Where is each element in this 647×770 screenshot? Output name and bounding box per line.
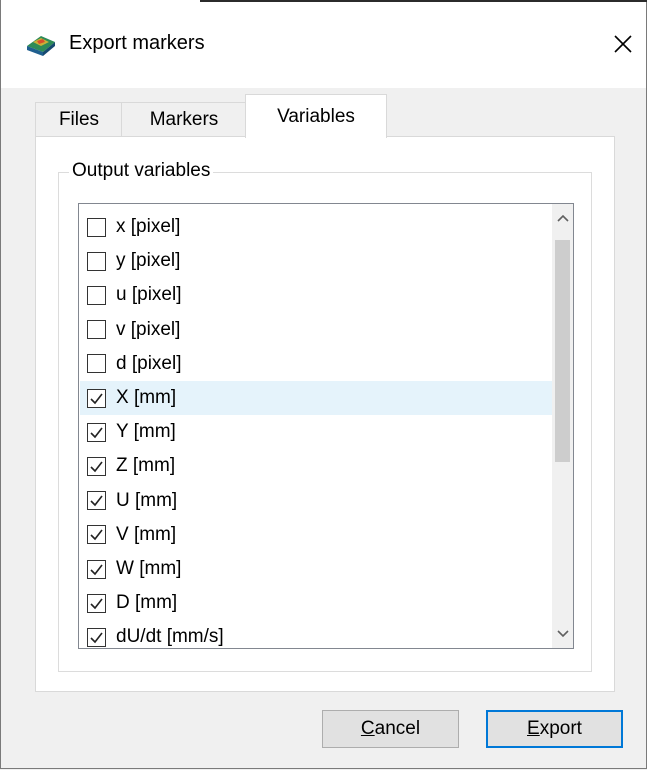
- variable-label: U [mm]: [116, 489, 178, 511]
- variable-checkbox[interactable]: [87, 456, 106, 476]
- variable-checkbox[interactable]: [87, 388, 106, 408]
- checkmark-icon: [90, 529, 103, 541]
- chevron-down-icon: [556, 630, 569, 638]
- variable-label: V [mm]: [116, 523, 177, 545]
- variable-label: x [pixel]: [116, 216, 181, 237]
- variables-tab-panel: Output variables x [pixel] y [pixel] u [pi…: [35, 136, 615, 692]
- chevron-up-icon: [556, 214, 569, 222]
- export-markers-dialog: Export markers Files Markers Variables O…: [0, 0, 647, 769]
- variable-label: v [pixel]: [116, 318, 181, 340]
- variable-checkbox[interactable]: [87, 285, 106, 305]
- variable-checkbox[interactable]: [87, 491, 106, 511]
- variable-checkbox[interactable]: [87, 627, 106, 647]
- variable-checkbox[interactable]: [87, 525, 106, 545]
- variable-checkbox[interactable]: [87, 320, 106, 340]
- variable-label: d [pixel]: [116, 352, 182, 374]
- scroll-down-button[interactable]: [552, 624, 573, 644]
- variable-label: D [mm]: [116, 592, 178, 614]
- window-title: Export markers: [69, 32, 205, 54]
- checkmark-icon: [90, 564, 103, 575]
- variable-label: W [mm]: [116, 558, 182, 579]
- tab-markers[interactable]: Markers: [121, 102, 247, 137]
- checkmark-icon: [90, 461, 103, 473]
- tab-label: Files: [58, 109, 100, 130]
- output-variables-group: Output variables x [pixel] y [pixel] u [pi…: [58, 160, 592, 672]
- variable-label: Y [mm]: [116, 421, 176, 443]
- vertical-scrollbar[interactable]: [552, 204, 573, 648]
- variable-item[interactable]: v [pixel]: [80, 313, 552, 347]
- variable-item[interactable]: d [pixel]: [80, 347, 552, 381]
- variable-label: X [mm]: [116, 387, 177, 408]
- close-icon: [614, 35, 632, 53]
- scroll-up-button[interactable]: [552, 208, 573, 228]
- variable-item[interactable]: X [mm]: [80, 381, 552, 415]
- export-mnemonic: E: [527, 718, 540, 739]
- variable-checkbox[interactable]: [87, 559, 106, 579]
- cancel-label: ancel: [374, 718, 421, 739]
- variable-checkbox[interactable]: [87, 251, 106, 271]
- variable-item[interactable]: U [mm]: [80, 484, 552, 518]
- cancel-button[interactable]: Cancel: [322, 710, 459, 748]
- window-top-edge: [200, 0, 647, 2]
- variable-item[interactable]: y [pixel]: [80, 244, 552, 278]
- variable-item[interactable]: dU/dt [mm/s]: [80, 620, 552, 648]
- variable-item[interactable]: V [mm]: [80, 518, 552, 552]
- export-label: xport: [539, 718, 582, 739]
- variable-checkbox[interactable]: [87, 217, 106, 237]
- variable-item[interactable]: Y [mm]: [80, 415, 552, 449]
- export-button[interactable]: Export: [486, 710, 623, 748]
- tab-label: Markers: [149, 109, 219, 130]
- app-icon: [27, 36, 55, 56]
- variable-checkbox[interactable]: [87, 422, 106, 442]
- checkmark-icon: [90, 598, 103, 609]
- close-button[interactable]: [601, 22, 645, 66]
- variable-item[interactable]: Z [mm]: [80, 449, 552, 483]
- checkmark-icon: [90, 393, 103, 404]
- variable-item[interactable]: u [pixel]: [80, 278, 552, 312]
- variable-item[interactable]: x [pixel]: [80, 210, 552, 244]
- checkmark-icon: [90, 427, 103, 438]
- variable-item[interactable]: W [mm]: [80, 552, 552, 586]
- variables-checklist[interactable]: x [pixel] y [pixel] u [pixel] v [pixel] d [p…: [78, 203, 574, 649]
- group-legend: Output variables: [69, 160, 214, 182]
- tab-files[interactable]: Files: [35, 102, 123, 137]
- cancel-mnemonic: C: [360, 718, 375, 739]
- tab-variables[interactable]: Variables: [245, 94, 387, 138]
- variable-label: y [pixel]: [116, 250, 181, 272]
- variable-label: u [pixel]: [116, 284, 182, 306]
- checkmark-icon: [90, 632, 103, 644]
- variable-label: dU/dt [mm/s]: [116, 626, 224, 648]
- checkmark-icon: [90, 495, 103, 507]
- variable-checkbox[interactable]: [87, 593, 106, 613]
- variable-item[interactable]: D [mm]: [80, 586, 552, 620]
- scrollbar-thumb[interactable]: [555, 240, 570, 462]
- title-bar[interactable]: Export markers: [1, 0, 646, 88]
- variable-label: Z [mm]: [116, 455, 176, 477]
- variable-checkbox[interactable]: [87, 354, 106, 374]
- tab-label: Variables: [277, 105, 355, 127]
